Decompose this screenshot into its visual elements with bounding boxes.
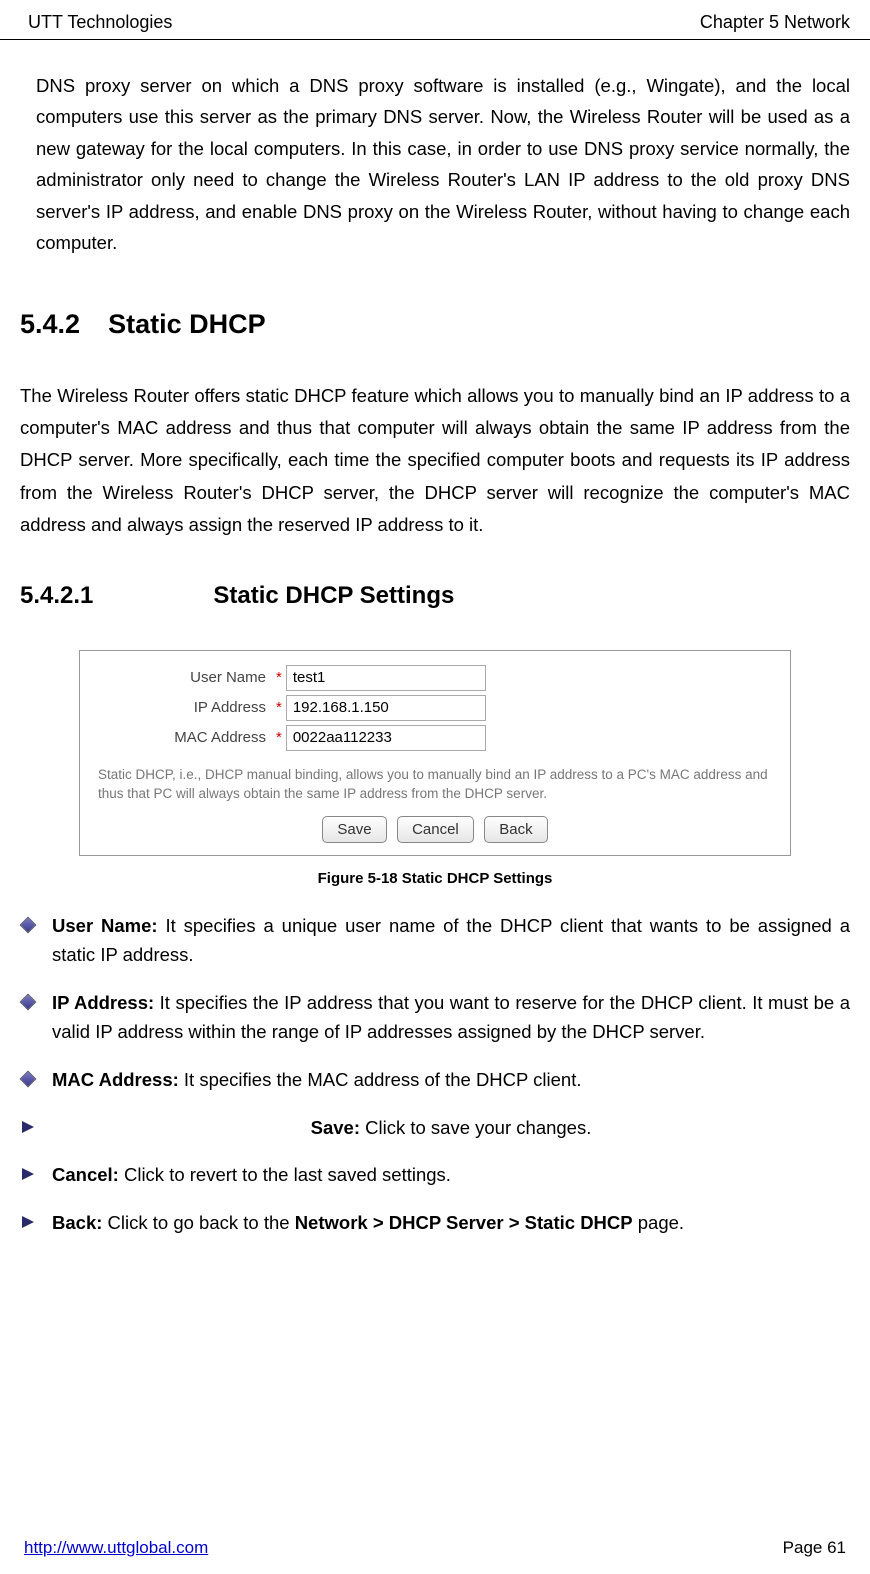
bullet-back: Back: Click to go back to the Network > … <box>20 1208 850 1238</box>
section-number: 5.4.2 <box>20 309 80 340</box>
bullet-cancel: Cancel: Click to revert to the last save… <box>20 1160 850 1190</box>
ip-label: IP Address <box>94 699 272 716</box>
subsection-number: 5.4.2.1 <box>20 582 93 610</box>
arrow-bullet-icon <box>22 1168 34 1180</box>
subsection-heading: 5.4.2.1 Static DHCP Settings <box>20 582 850 610</box>
header-right: Chapter 5 Network <box>700 12 850 33</box>
arrow-bullet-icon <box>22 1216 34 1228</box>
bullet-label: User Name: <box>52 915 158 936</box>
ip-input[interactable] <box>286 695 486 721</box>
bullet-save: Save: Click to save your changes. <box>20 1113 850 1143</box>
required-star: * <box>276 729 282 746</box>
diamond-bullet-icon <box>20 993 37 1010</box>
bullet-label: IP Address: <box>52 992 154 1013</box>
mac-label: MAC Address <box>94 729 272 746</box>
diamond-bullet-icon <box>20 1071 37 1088</box>
arrow-bullet-icon <box>22 1121 34 1133</box>
back-button[interactable]: Back <box>484 816 547 843</box>
bullet-label: Cancel: <box>52 1164 119 1185</box>
username-input[interactable] <box>286 665 486 691</box>
figure-caption: Figure 5-18 Static DHCP Settings <box>20 870 850 887</box>
section-heading: 5.4.2 Static DHCP <box>20 309 850 340</box>
bullet-text: Click to save your changes. <box>360 1117 591 1138</box>
subsection-title: Static DHCP Settings <box>213 582 454 609</box>
required-star: * <box>276 669 282 686</box>
bullet-mac: MAC Address: It specifies the MAC addres… <box>20 1065 850 1095</box>
button-row: Save Cancel Back <box>94 816 776 843</box>
username-row: User Name * <box>94 665 776 691</box>
bullet-ip: IP Address: It specifies the IP address … <box>20 988 850 1047</box>
cancel-button[interactable]: Cancel <box>397 816 474 843</box>
page-footer: http://www.uttglobal.com Page 61 <box>0 1538 870 1558</box>
mac-row: MAC Address * <box>94 725 776 751</box>
mac-input[interactable] <box>286 725 486 751</box>
section-title: Static DHCP <box>108 309 266 339</box>
required-star: * <box>276 699 282 716</box>
bullet-label: MAC Address: <box>52 1069 179 1090</box>
intro-paragraph: DNS proxy server on which a DNS proxy so… <box>36 70 850 259</box>
footer-link[interactable]: http://www.uttglobal.com <box>24 1538 208 1558</box>
bullet-text: It specifies a unique user name of the D… <box>52 915 850 966</box>
page-header: UTT Technologies Chapter 5 Network <box>0 0 870 40</box>
settings-form-panel: User Name * IP Address * MAC Address * S… <box>79 650 791 856</box>
bullet-text: It specifies the MAC address of the DHCP… <box>179 1069 582 1090</box>
ip-row: IP Address * <box>94 695 776 721</box>
bullet-label: Back: <box>52 1212 102 1233</box>
bullet-text: Click to revert to the last saved settin… <box>119 1164 451 1185</box>
form-description: Static DHCP, i.e., DHCP manual binding, … <box>98 765 772 804</box>
bullet-text-tail: page. <box>633 1212 684 1233</box>
header-left: UTT Technologies <box>28 12 172 33</box>
bullet-text: Click to go back to the <box>102 1212 294 1233</box>
diamond-bullet-icon <box>20 916 37 933</box>
page-number: Page 61 <box>783 1538 846 1558</box>
section-paragraph: The Wireless Router offers static DHCP f… <box>20 380 850 542</box>
save-button[interactable]: Save <box>322 816 386 843</box>
bullet-text: It specifies the IP address that you wan… <box>52 992 850 1043</box>
nav-path: Network > DHCP Server > Static DHCP <box>295 1212 633 1233</box>
bullet-username: User Name: It specifies a unique user na… <box>20 911 850 970</box>
username-label: User Name <box>94 669 272 686</box>
bullet-label: Save: <box>311 1117 360 1138</box>
page-content: DNS proxy server on which a DNS proxy so… <box>0 40 870 1237</box>
